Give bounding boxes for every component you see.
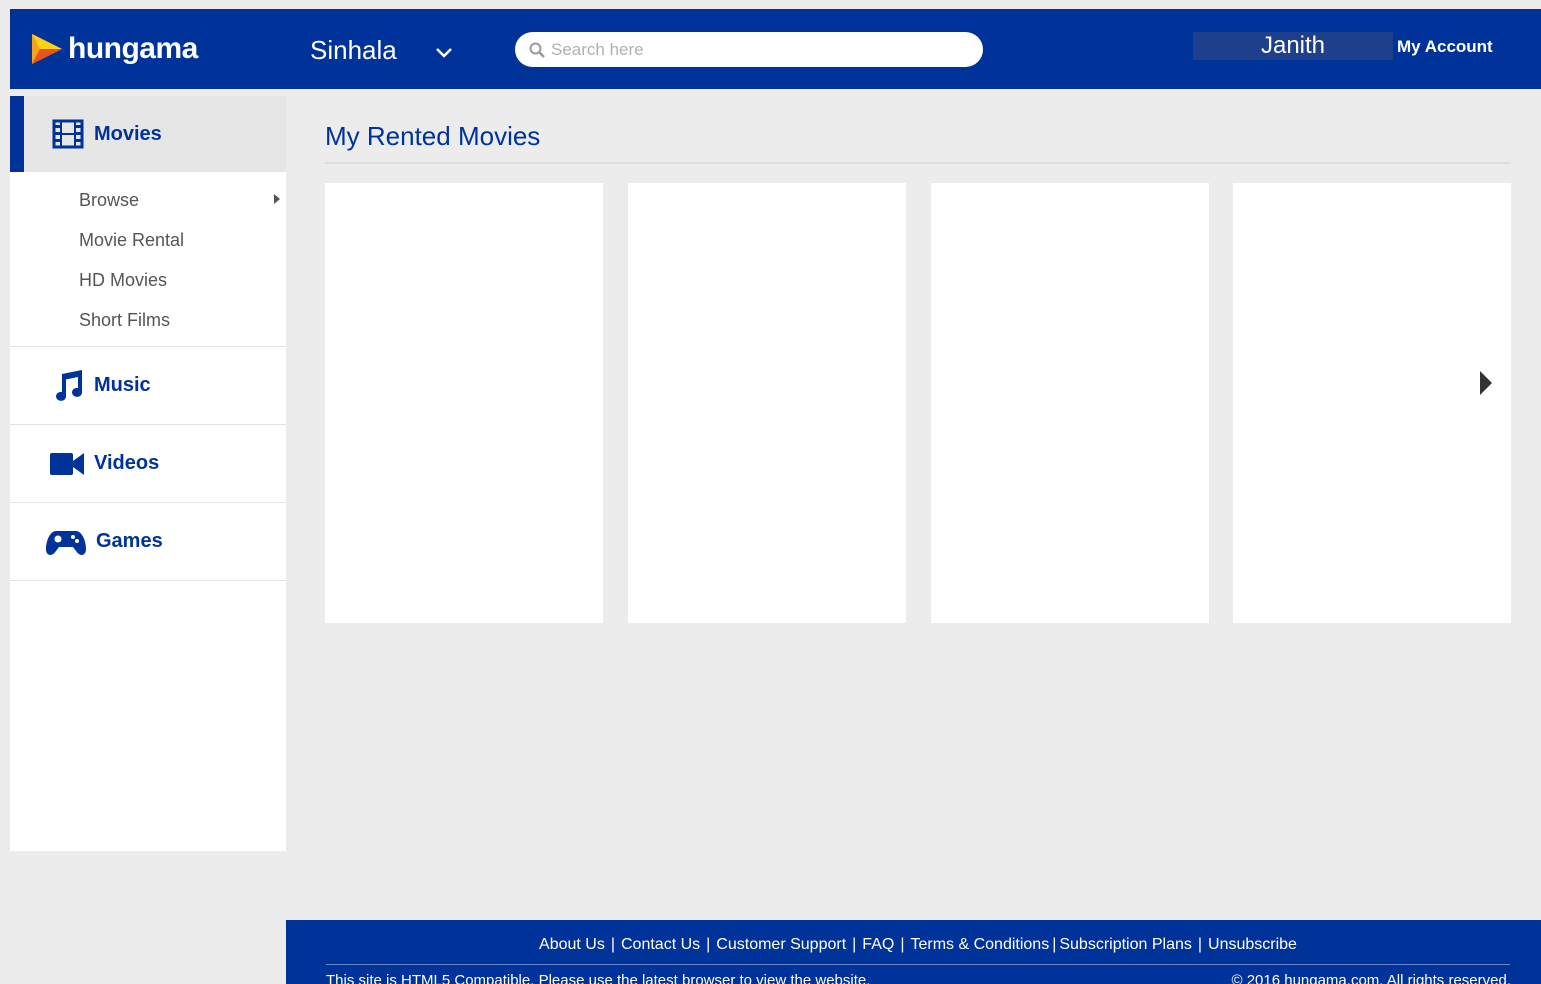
movie-card[interactable] bbox=[628, 183, 906, 623]
search-input[interactable] bbox=[551, 39, 971, 60]
footer-copyright: © 2016 hungama.com. All rights reserved. bbox=[1231, 972, 1511, 984]
submenu-item-hd-movies[interactable]: HD Movies bbox=[10, 260, 286, 300]
sidebar-item-label: Games bbox=[96, 530, 163, 552]
page-title: My Rented Movies bbox=[325, 121, 1511, 164]
language-selector[interactable]: Sinhala bbox=[310, 35, 453, 66]
movie-card[interactable] bbox=[931, 183, 1209, 623]
submenu-item-short-films[interactable]: Short Films bbox=[10, 300, 286, 340]
submenu-item-label: HD Movies bbox=[79, 269, 168, 290]
film-icon bbox=[52, 119, 84, 149]
sidebar-item-movies[interactable]: Movies bbox=[10, 96, 286, 172]
submenu-item-movie-rental[interactable]: Movie Rental bbox=[10, 220, 286, 260]
footer: About Us | Contact Us | Customer Support | FAQ… bbox=[286, 920, 1541, 984]
footer-link-unsubscribe[interactable]: Unsubscribe bbox=[1208, 936, 1297, 953]
separator: | bbox=[706, 936, 711, 953]
search-icon bbox=[529, 42, 545, 58]
separator: | bbox=[1197, 936, 1203, 953]
movies-submenu: Browse Movie Rental HD Movies Short Film… bbox=[10, 172, 286, 347]
submenu-item-label: Short Films bbox=[79, 309, 171, 330]
gamepad-icon bbox=[46, 530, 86, 555]
carousel-next-arrow-icon[interactable] bbox=[1480, 371, 1492, 400]
hungama-logo[interactable]: hungama bbox=[30, 29, 198, 69]
footer-link-about[interactable]: About Us bbox=[539, 936, 605, 953]
search-bar[interactable] bbox=[515, 32, 983, 67]
footer-divider bbox=[326, 964, 1510, 965]
separator: | bbox=[610, 936, 615, 953]
footer-link-support[interactable]: Customer Support bbox=[716, 936, 846, 953]
top-header: hungama Sinhala Janith My Account bbox=[10, 9, 1541, 89]
submenu-item-label: Movie Rental bbox=[79, 229, 185, 250]
main-content: My Rented Movies bbox=[325, 96, 1511, 623]
language-label: Sinhala bbox=[310, 35, 397, 65]
sidebar-item-label: Movies bbox=[94, 122, 162, 145]
rented-movies-carousel bbox=[325, 183, 1511, 623]
video-camera-icon bbox=[50, 452, 84, 475]
sidebar-item-games[interactable]: Games bbox=[10, 503, 286, 581]
footer-link-terms[interactable]: Terms & Conditions bbox=[910, 936, 1049, 953]
footer-link-subscription[interactable]: Subscription Plans bbox=[1059, 936, 1192, 953]
sidebar-item-music[interactable]: Music bbox=[10, 347, 286, 425]
separator: | bbox=[900, 936, 905, 953]
logo-text: hungama bbox=[68, 32, 198, 65]
submenu-item-browse[interactable]: Browse bbox=[10, 180, 286, 220]
separator: | bbox=[852, 936, 857, 953]
sidebar-item-videos[interactable]: Videos bbox=[10, 425, 286, 503]
sidebar-item-label: Music bbox=[94, 374, 151, 396]
footer-links: About Us | Contact Us | Customer Support | FAQ… bbox=[326, 936, 1510, 954]
chevron-down-icon bbox=[435, 35, 453, 66]
play-logo-icon bbox=[32, 34, 62, 64]
my-account-link[interactable]: My Account bbox=[1397, 37, 1493, 57]
user-name[interactable]: Janith bbox=[1193, 32, 1393, 60]
caret-right-icon bbox=[274, 194, 280, 204]
footer-link-faq[interactable]: FAQ bbox=[862, 936, 894, 953]
movie-card[interactable] bbox=[1233, 183, 1511, 623]
submenu-item-label: Browse bbox=[79, 189, 140, 210]
separator: | bbox=[1052, 936, 1057, 953]
footer-link-contact[interactable]: Contact Us bbox=[621, 936, 700, 953]
movie-card[interactable] bbox=[325, 183, 603, 623]
footer-note: This site is HTML5 Compatible. Please us… bbox=[326, 972, 871, 984]
music-note-icon bbox=[56, 369, 83, 401]
sidebar: Movies Browse Movie Rental HD Movies Sho… bbox=[10, 96, 286, 851]
sidebar-item-label: Videos bbox=[94, 452, 160, 474]
